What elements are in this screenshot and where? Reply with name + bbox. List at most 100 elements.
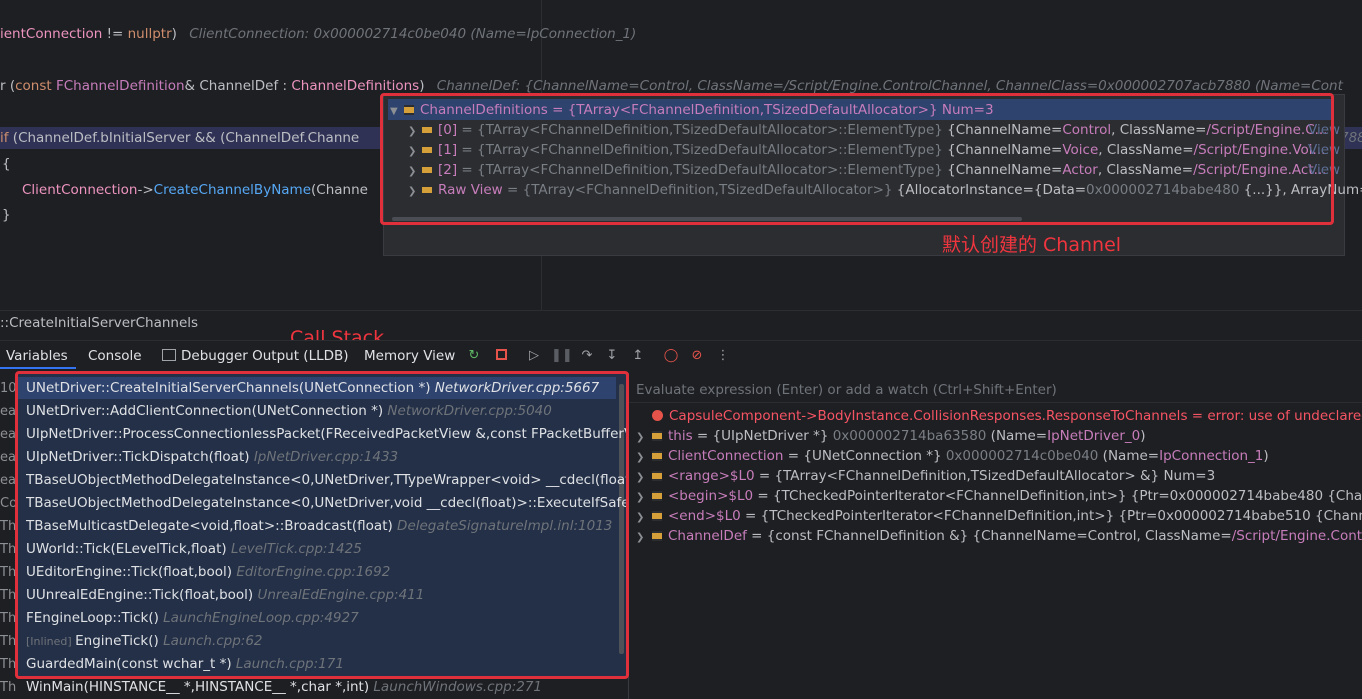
frame-location: NetworkDriver.cpp:5040: [387, 403, 552, 419]
chevron-right-icon[interactable]: ❯: [408, 142, 422, 160]
thread-gutter-cell: Thr: [0, 519, 16, 534]
tab-variables[interactable]: Variables: [0, 346, 74, 366]
variable-name: ClientConnection: [668, 448, 784, 464]
stack-frame[interactable]: GuardedMain(const wchar_t *) Launch.cpp:…: [26, 653, 626, 676]
popup-hscrollbar[interactable]: [392, 217, 1022, 221]
view-link-2[interactable]: View: [1308, 160, 1340, 180]
view-link-1[interactable]: View: [1308, 140, 1340, 160]
variable-v: Num=3: [1163, 468, 1216, 484]
variable-row[interactable]: CapsuleComponent->BodyInstance.Collision…: [652, 406, 1362, 426]
stack-frame[interactable]: UNetDriver::CreateInitialServerChannels(…: [26, 377, 626, 400]
chevron-right-icon[interactable]: ❯: [408, 162, 422, 180]
chevron-down-icon[interactable]: ▼: [390, 102, 404, 120]
stack-frame[interactable]: UUnrealEdEngine::Tick(float,bool) Unreal…: [26, 584, 626, 607]
breadcrumb-bar: [0, 310, 1362, 335]
chevron-right-icon[interactable]: ❯: [636, 488, 652, 506]
variable-v: {ChannelName=Control, ClassName=: [972, 528, 1232, 544]
chevron-right-icon[interactable]: ❯: [636, 468, 652, 486]
stack-frame[interactable]: UEditorEngine::Tick(float,bool) EditorEn…: [26, 561, 626, 584]
variable-type: = {TCheckedPointerIterator<FChannelDefin…: [740, 508, 1119, 524]
frame-function: GuardedMain(const wchar_t *): [26, 656, 232, 672]
frame-function: WinMain(HINSTANCE__ *,HINSTANCE__ *,char…: [26, 679, 370, 695]
step-into-icon[interactable]: ↧: [603, 347, 621, 365]
variable-row[interactable]: ❯ <range>$L0 = {TArray<FChannelDefinition…: [636, 466, 1362, 486]
eval-divider: [629, 402, 1362, 403]
variable-v2: IpNetDriver_0: [1047, 428, 1141, 444]
evaluate-expression-input[interactable]: Evaluate expression (Enter) or add a wat…: [636, 380, 1356, 400]
frame-location: Launch.cpp:171: [235, 656, 344, 672]
step-out-icon[interactable]: ↥: [629, 347, 647, 365]
variable-type: = {const FChannelDefinition &}: [746, 528, 973, 544]
step-over-icon[interactable]: ↷: [578, 347, 596, 365]
chevron-right-icon[interactable]: ❯: [636, 428, 652, 446]
stack-frame[interactable]: UNetDriver::AddClientConnection(UNetConn…: [26, 400, 626, 423]
stack-frame[interactable]: TBaseUObjectMethodDelegateInstance<0,UNe…: [26, 469, 626, 492]
stack-frame[interactable]: [Inlined] EngineTick() Launch.cpp:62: [26, 630, 626, 653]
stack-frame[interactable]: UIpNetDriver::TickDispatch(float) IpNetD…: [26, 446, 626, 469]
more-options-icon[interactable]: ⋮: [714, 347, 732, 365]
popup-header-row[interactable]: ▼ ChannelDefinitions = {TArray<FChannelDe…: [390, 100, 1345, 120]
field-icon: [422, 125, 432, 135]
field-icon: [652, 431, 662, 441]
frame-location: IpNetDriver.cpp:1433: [253, 449, 399, 465]
popup-row-1[interactable]: ❯ [1] = {TArray<FChannelDefinition,TSized…: [408, 140, 1362, 160]
mute-breakpoints-icon[interactable]: ⊘: [688, 347, 706, 365]
variable-row[interactable]: ❯ ClientConnection = {UNetConnection *} 0…: [636, 446, 1362, 466]
popup-row-0[interactable]: ❯ [0] = {TArray<FChannelDefinition,TSized…: [408, 120, 1362, 140]
variable-row[interactable]: ❯ <end>$L0 = {TCheckedPointerIterator<FCh…: [636, 506, 1362, 526]
variable-v: {Ptr=0x000002714babe480 {ChannelNa: [1130, 488, 1362, 504]
frame-function: UUnrealEdEngine::Tick(float,bool): [26, 587, 254, 603]
field-icon: [404, 105, 414, 115]
breadcrumb[interactable]: ::CreateInitialServerChannels: [0, 313, 198, 333]
frame-location: UnrealEdEngine.cpp:411: [257, 587, 425, 603]
inline-hint: ClientConnection: 0x000002714c0be040 (Na…: [189, 26, 637, 42]
view-breakpoints-icon[interactable]: ◯: [662, 347, 680, 365]
stack-frame[interactable]: FEngineLoop::Tick() LaunchEngineLoop.cpp…: [26, 607, 626, 630]
rerun-icon[interactable]: ↻: [465, 347, 483, 365]
variable-name: <end>$L0: [668, 508, 741, 524]
chevron-right-icon[interactable]: ❯: [636, 508, 652, 526]
variable-name: ChannelDef: [668, 528, 747, 544]
value-popup[interactable]: ▼ ChannelDefinitions = {TArray<FChannelDe…: [383, 94, 1362, 256]
frame-function: TBaseMulticastDelegate<void,float>::Broa…: [26, 518, 393, 534]
thread-gutter-cell: Thr: [0, 657, 16, 672]
variable-row[interactable]: ❯ <begin>$L0 = {TCheckedPointerIterator<F…: [636, 486, 1362, 506]
frame-function: UWorld::Tick(ELevelTick,float): [26, 541, 227, 557]
pause-icon[interactable]: ❚❚: [551, 347, 573, 365]
stack-frame[interactable]: UWorld::Tick(ELevelTick,float) LevelTick…: [26, 538, 626, 561]
frame-location: NetworkDriver.cpp:5667: [434, 380, 600, 396]
stack-frame[interactable]: TBaseMulticastDelegate<void,float>::Broa…: [26, 515, 626, 538]
variable-hex: 0x000002714c0be040: [945, 448, 1099, 464]
code-line-4: {: [2, 156, 11, 172]
field-icon: [652, 491, 662, 501]
chevron-right-icon[interactable]: ❯: [636, 448, 652, 466]
resume-icon[interactable]: ▷: [525, 347, 543, 365]
terminal-icon: [162, 349, 176, 361]
chevron-right-icon[interactable]: ❯: [408, 122, 422, 140]
stack-frame[interactable]: UIpNetDriver::ProcessConnectionlessPacke…: [26, 423, 626, 446]
stack-frame[interactable]: TBaseUObjectMethodDelegateInstance<0,UNe…: [26, 492, 626, 515]
chevron-right-icon[interactable]: ❯: [636, 528, 652, 546]
variable-name: <range>$L0: [668, 468, 755, 484]
popup-row-raw[interactable]: ❯ Raw View = {TArray<FChannelDefinition,T…: [408, 180, 1362, 200]
code-line-5: ClientConnection->CreateChannelByName(Ch…: [22, 182, 368, 198]
tab-debugger-output[interactable]: Debugger Output (LLDB): [162, 346, 349, 366]
variable-name: CapsuleComponent->BodyInstance.Collision…: [669, 408, 1188, 424]
frame-function: UNetDriver::CreateInitialServerChannels(…: [26, 380, 431, 396]
stop-icon[interactable]: [492, 347, 510, 365]
chevron-right-icon[interactable]: ❯: [408, 182, 422, 200]
tab-console[interactable]: Console: [88, 346, 142, 366]
variable-row[interactable]: ❯ this = {UIpNetDriver *} 0x000002714ba63…: [636, 426, 1362, 446]
frame-location: EditorEngine.cpp:1692: [236, 564, 391, 580]
view-link-0[interactable]: View: [1308, 120, 1340, 140]
frame-function: FEngineLoop::Tick(): [26, 610, 159, 626]
tab-memory-view[interactable]: Memory View: [364, 346, 455, 366]
popup-row-2[interactable]: ❯ [2] = {TArray<FChannelDefinition,TSized…: [408, 160, 1362, 180]
variable-value: = error: use of undeclared i: [1187, 408, 1362, 424]
frame-location: LevelTick.cpp:1425: [230, 541, 362, 557]
code-line-3: if (ChannelDef.bInitialServer && (Channe…: [0, 130, 360, 146]
variable-row[interactable]: ❯ ChannelDef = {const FChannelDefinition …: [636, 526, 1362, 546]
thread-gutter-cell: ead: [0, 404, 16, 419]
stack-frame[interactable]: WinMain(HINSTANCE__ *,HINSTANCE__ *,char…: [26, 676, 626, 699]
thread-gutter-cell: Thr: [0, 588, 16, 603]
